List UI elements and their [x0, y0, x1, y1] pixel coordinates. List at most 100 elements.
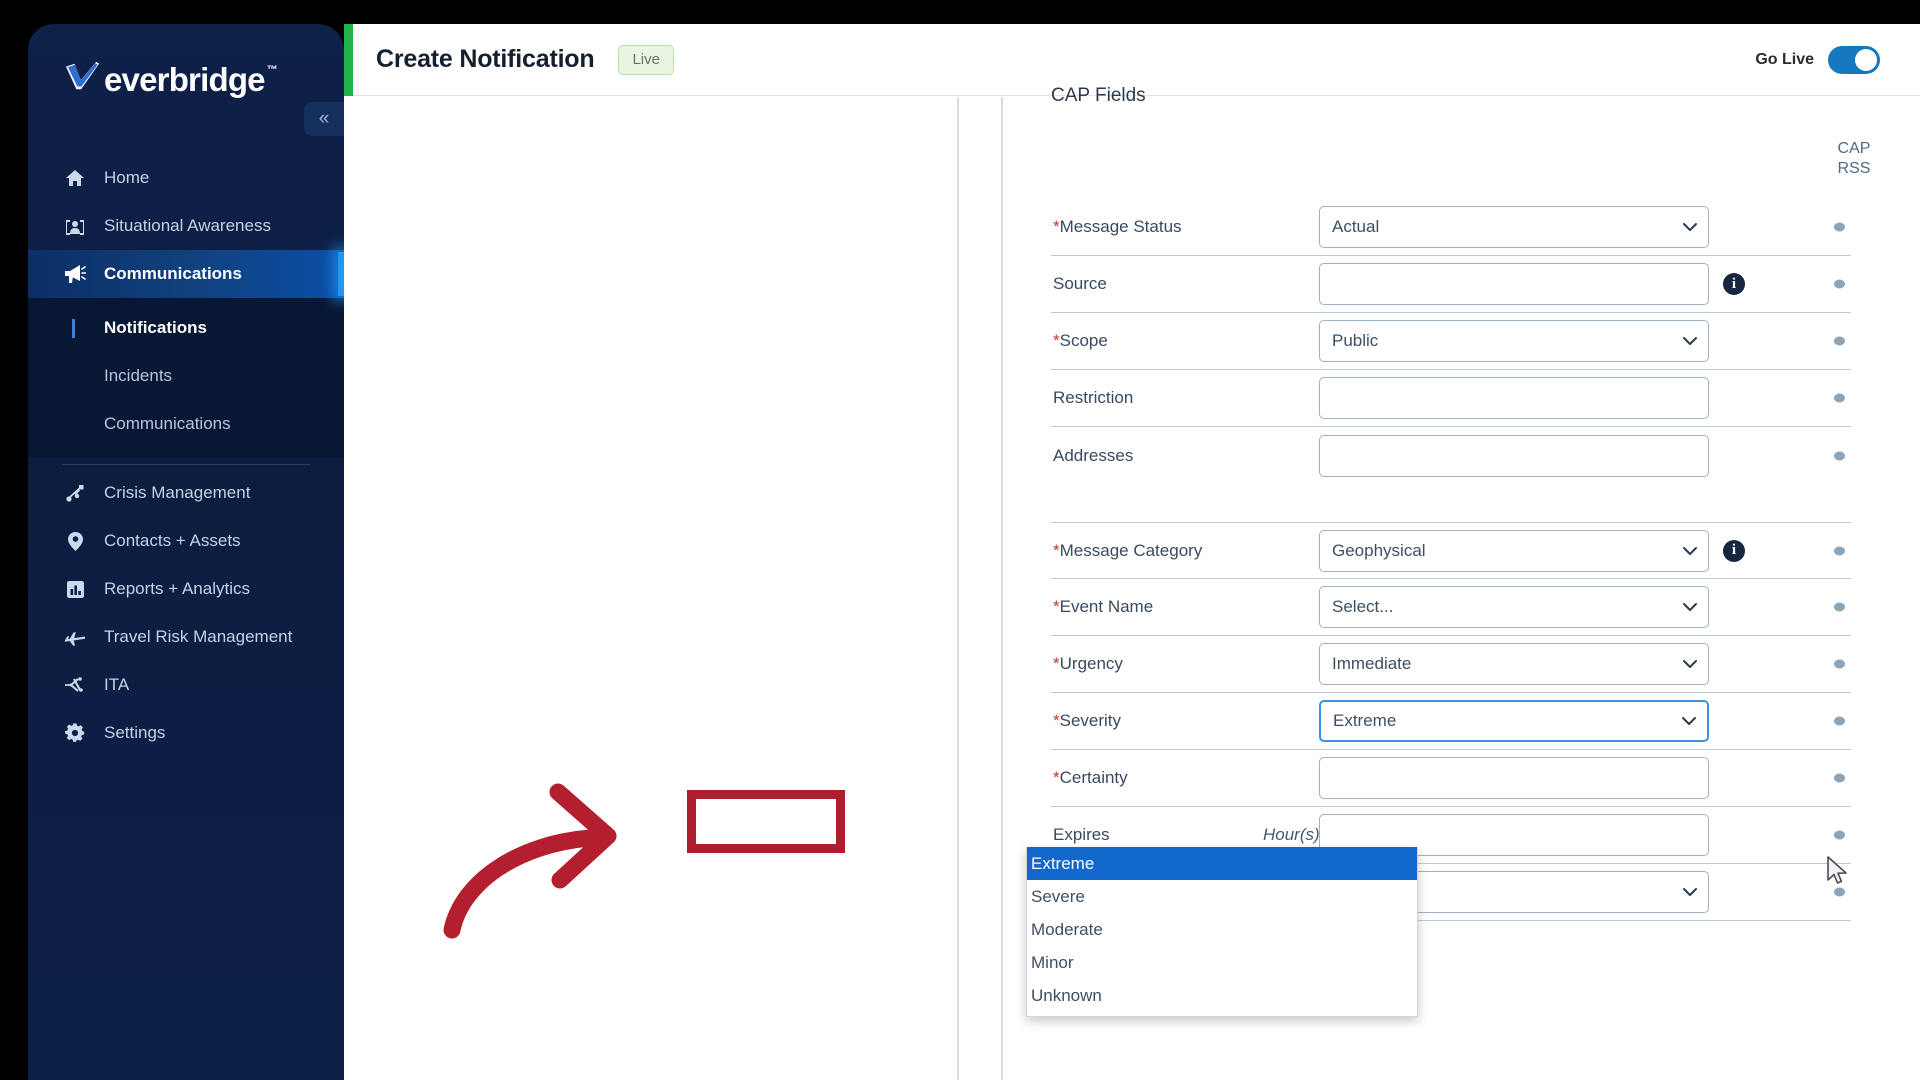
- select-value: Immediate: [1332, 654, 1412, 673]
- sidebar-item-communications-sub[interactable]: Communications: [28, 400, 344, 448]
- chevron-down-icon: [1683, 546, 1697, 555]
- logo-text: everbridge: [104, 61, 266, 98]
- chevron-down-icon: [1683, 223, 1697, 231]
- sidebar-item-communications[interactable]: Communications: [28, 250, 344, 298]
- sidebar-item-notifications[interactable]: Notifications: [28, 304, 344, 352]
- field-label: Restriction: [1053, 388, 1134, 407]
- field-control-wrap: Select...: [1319, 586, 1845, 628]
- go-live-toggle[interactable]: [1828, 45, 1880, 74]
- sidebar-collapse-button[interactable]: «: [304, 102, 344, 136]
- field-control-wrap: Actual: [1319, 206, 1845, 248]
- cap-rss-indicator-dot: [1834, 393, 1845, 403]
- chevron-down-icon: [1683, 337, 1697, 345]
- form-row-source: Source i: [1051, 256, 1851, 313]
- scope-select[interactable]: Public: [1319, 320, 1709, 362]
- sidebar-item-label: Crisis Management: [104, 483, 251, 502]
- info-icon[interactable]: i: [1723, 273, 1745, 295]
- sidebar-item-label: Home: [104, 168, 150, 187]
- cap-rss-header-line1: CAP: [1837, 140, 1871, 157]
- live-status-badge: Live: [618, 44, 674, 75]
- cap-rss-column-header: CAP RSS: [1819, 139, 1889, 179]
- field-label: *Certainty: [1053, 768, 1128, 787]
- situational-awareness-icon: [62, 215, 88, 237]
- severity-dropdown-list[interactable]: Extreme Severe Moderate Minor Unknown: [1026, 847, 1418, 1017]
- airplane-icon: [62, 626, 88, 648]
- event-name-select[interactable]: Select...: [1319, 586, 1709, 628]
- field-label: Addresses: [1053, 445, 1134, 465]
- certainty-select[interactable]: [1319, 757, 1709, 799]
- everbridge-checkmark-icon: [66, 61, 100, 90]
- sidebar-item-reports-analytics[interactable]: Reports + Analytics: [28, 565, 344, 613]
- sidebar-item-incidents[interactable]: Incidents: [28, 352, 344, 400]
- message-status-select[interactable]: Actual: [1319, 206, 1709, 248]
- form-row-scope: *Scope Public: [1051, 313, 1851, 370]
- sidebar-item-situational-awareness[interactable]: Situational Awareness: [28, 202, 344, 250]
- field-label: *Message Status: [1053, 217, 1182, 236]
- cap-rss-indicator-dot: [1834, 887, 1845, 897]
- logo-trademark: ™: [266, 64, 278, 76]
- sidebar-subitem-label: Incidents: [104, 366, 173, 385]
- severity-select[interactable]: Extreme: [1319, 700, 1709, 742]
- source-input[interactable]: [1319, 263, 1709, 305]
- dropdown-option-severe[interactable]: Severe: [1027, 880, 1417, 913]
- chevron-down-icon: [1683, 888, 1697, 896]
- restriction-input[interactable]: [1319, 377, 1709, 419]
- screen-root: everbridge ™ « Home Situational Awarenes…: [0, 0, 1920, 1080]
- sidebar-subitem-label: Communications: [104, 414, 231, 433]
- field-control-wrap: Extreme: [1319, 700, 1845, 742]
- form-row-restriction: Restriction: [1051, 370, 1851, 427]
- sidebar-nav: Home Situational Awareness Communication…: [28, 154, 344, 757]
- sidebar-item-label: Communications: [104, 264, 242, 283]
- megaphone-icon: [62, 263, 88, 285]
- field-control-wrap: i: [1319, 263, 1845, 305]
- dropdown-option-minor[interactable]: Minor: [1027, 946, 1417, 979]
- field-label: *Event Name: [1053, 597, 1154, 616]
- ita-icon: [62, 674, 88, 696]
- cap-rss-indicator-dot: [1834, 451, 1845, 460]
- chevron-down-icon: [1682, 717, 1696, 725]
- required-asterisk: *: [1053, 711, 1060, 730]
- addresses-input[interactable]: [1319, 434, 1709, 477]
- dropdown-option-unknown[interactable]: Unknown: [1027, 979, 1417, 1012]
- everbridge-logo[interactable]: everbridge ™: [64, 52, 278, 96]
- field-control-wrap: [1319, 757, 1845, 799]
- sidebar-item-label: Situational Awareness: [104, 216, 271, 235]
- sidebar-item-travel-risk-management[interactable]: Travel Risk Management: [28, 613, 344, 661]
- sidebar-item-label: Contacts + Assets: [104, 531, 241, 550]
- field-control-wrap: [1319, 377, 1845, 419]
- required-asterisk: *: [1053, 217, 1060, 236]
- info-icon[interactable]: i: [1723, 539, 1745, 562]
- dropdown-option-extreme[interactable]: Extreme: [1027, 847, 1417, 880]
- sidebar-subnav: Notifications Incidents Communications: [28, 298, 344, 458]
- form-row-event-name: *Event Name Select...: [1051, 579, 1851, 636]
- sidebar-item-contacts-assets[interactable]: Contacts + Assets: [28, 517, 344, 565]
- sidebar-item-ita[interactable]: ITA: [28, 661, 344, 709]
- select-value: Select...: [1332, 597, 1394, 616]
- crisis-management-icon: [62, 482, 88, 504]
- sidebar: everbridge ™ « Home Situational Awarenes…: [28, 24, 344, 1080]
- sidebar-item-crisis-management[interactable]: Crisis Management: [28, 469, 344, 517]
- message-category-select[interactable]: Geophysical: [1319, 529, 1709, 572]
- sidebar-item-home[interactable]: Home: [28, 154, 344, 202]
- page-title: Create Notification: [376, 45, 595, 73]
- chevron-double-left-icon: «: [318, 108, 330, 129]
- form-row-certainty: *Certainty: [1051, 750, 1851, 807]
- cap-rss-indicator-dot: [1834, 773, 1845, 783]
- form-section-gap: [1051, 484, 1851, 522]
- sidebar-item-label: ITA: [104, 675, 130, 694]
- cap-rss-header-line2: RSS: [1837, 160, 1871, 177]
- field-label: *Scope: [1053, 331, 1108, 350]
- required-asterisk: *: [1053, 654, 1060, 673]
- field-label: *Severity: [1053, 711, 1122, 730]
- form-row-urgency: *Urgency Immediate: [1051, 636, 1851, 693]
- field-control-wrap: [1319, 434, 1845, 477]
- sidebar-item-settings[interactable]: Settings: [28, 709, 344, 757]
- go-live-label: Go Live: [1755, 50, 1814, 68]
- field-label: *Urgency: [1053, 654, 1123, 673]
- form-rows: *Message Status Actual Source i *Scope P…: [1051, 199, 1920, 921]
- select-value: Public: [1332, 331, 1379, 350]
- field-control-wrap: Public: [1319, 320, 1845, 362]
- dropdown-option-moderate[interactable]: Moderate: [1027, 913, 1417, 946]
- form-row-addresses: Addresses: [1051, 427, 1851, 484]
- urgency-select[interactable]: Immediate: [1319, 643, 1709, 685]
